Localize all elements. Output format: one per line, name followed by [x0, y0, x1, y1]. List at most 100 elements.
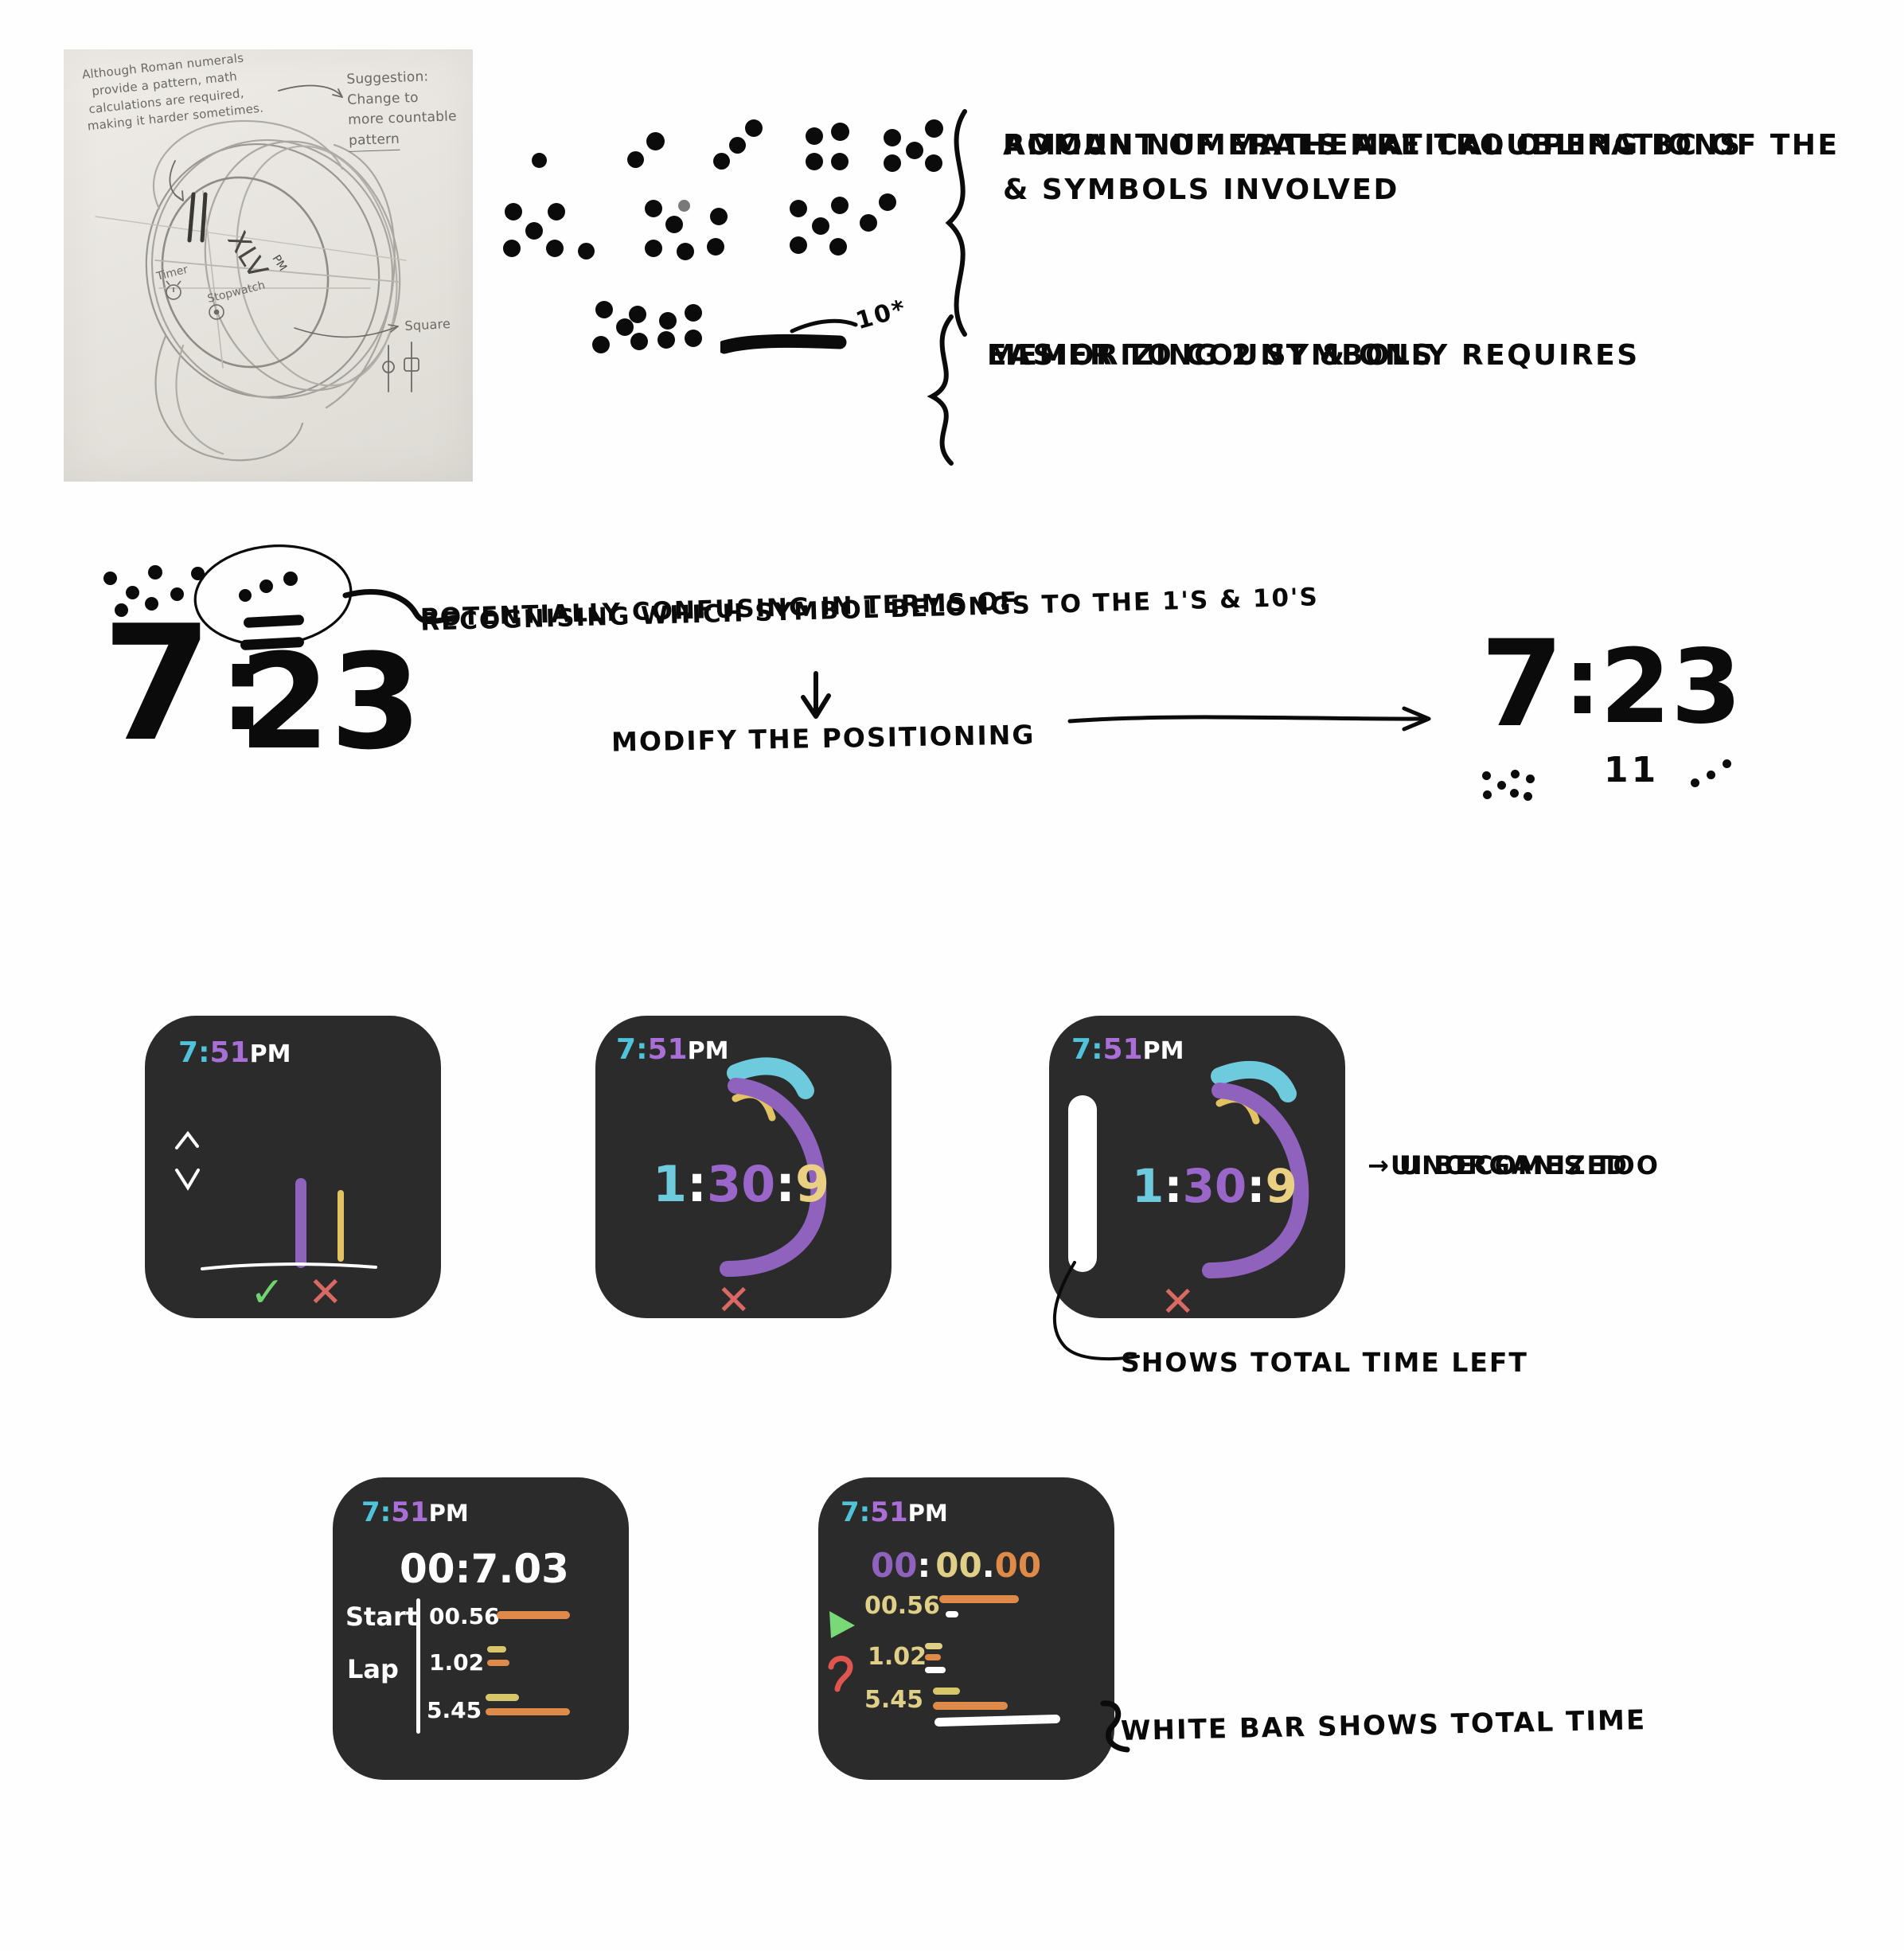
screen-stopwatch-icons[interactable]: 7:51PM 00: 00.00 00.56 1.02 5.45: [818, 1477, 1114, 1780]
row-bar: [939, 1595, 1019, 1603]
after-minutes: 23: [1600, 628, 1742, 747]
stepper-down-icon[interactable]: [172, 1164, 204, 1212]
complication-timer-label: Timer: [154, 263, 189, 284]
white-total-bar: [934, 1714, 1061, 1727]
braille-dot: [860, 214, 877, 232]
countdown-seconds: 9: [795, 1155, 830, 1213]
braille-dot: [592, 336, 610, 353]
after-hour: 7: [1481, 615, 1564, 754]
countdown-hours: 1: [653, 1155, 688, 1213]
screen-timer-running[interactable]: 7:51PM 1:30:9 ✕: [595, 1016, 892, 1318]
status-colon: :: [198, 1036, 210, 1069]
status-colon: :: [859, 1496, 871, 1528]
pencil-sketch-photo: XLV PM Timer Stopwatch Although Roman nu…: [64, 49, 473, 482]
stopwatch-main-value: 00:7.03: [400, 1546, 569, 1592]
braille-dot: [645, 240, 662, 257]
braille-dot: [884, 154, 901, 172]
baseline: [201, 1262, 377, 1270]
status-minute: 51: [391, 1496, 429, 1528]
braille-dot: [713, 153, 730, 170]
stopwatch-main-value: 00: 00.00: [871, 1546, 1041, 1585]
braille-dot: [831, 153, 849, 170]
braille-dot: [707, 238, 724, 256]
status-hour: 7: [178, 1036, 199, 1069]
long-arrow-icon: [1067, 706, 1431, 732]
status-hour: 7: [361, 1496, 380, 1528]
braille-dot: [1707, 771, 1715, 779]
braille-dot: [595, 301, 613, 318]
status-hour: 7: [841, 1496, 860, 1528]
braille-dot: [657, 331, 675, 349]
confirm-button[interactable]: ✓: [250, 1269, 285, 1317]
braille-dot: [831, 197, 849, 214]
braille-dot: [103, 572, 117, 585]
status-minute: 51: [209, 1036, 250, 1069]
braille-dot: [884, 129, 901, 146]
cancel-button[interactable]: ✕: [1161, 1278, 1196, 1318]
cancel-button[interactable]: ✕: [716, 1277, 751, 1318]
braille-dot: [812, 217, 829, 235]
brace-bottom: [927, 314, 954, 466]
row-value: 1.02: [429, 1649, 485, 1676]
braille-dot: [1691, 778, 1699, 787]
reset-icon[interactable]: [823, 1651, 860, 1694]
row-bar: [487, 1646, 506, 1652]
screen-stopwatch-labeled[interactable]: 7:51PM 00:7.03 Start 00.56 Lap 1.02 5.45: [333, 1477, 629, 1780]
main-part-2: 00: [935, 1546, 982, 1585]
status-meridiem: PM: [428, 1500, 469, 1527]
row-bar: [486, 1708, 570, 1715]
annotation-line: & SYMBOLS INVOLVED: [1003, 173, 1399, 206]
braille-dot: [1510, 789, 1519, 798]
braille-dot: [1723, 759, 1731, 768]
countdown-hours: 1: [1132, 1159, 1165, 1213]
braille-dot: [678, 200, 690, 212]
complication-stopwatch-label: Stopwatch: [206, 279, 267, 305]
pencil-note-suggestion: Suggestion: Change to more countable pat…: [346, 66, 458, 152]
row-bar: [486, 1694, 519, 1701]
status-meridiem: PM: [249, 1040, 291, 1068]
annotation-modify-positioning: MODIFY THE POSITIONING: [611, 719, 1036, 758]
status-time: 7:51PM: [178, 1036, 291, 1069]
status-time: 7:51PM: [841, 1496, 948, 1528]
before-minutes: 23: [239, 626, 422, 778]
braille-dot: [645, 200, 662, 217]
braille-dot: [729, 137, 746, 154]
braille-dot: [831, 123, 849, 141]
row-bar: [925, 1643, 942, 1649]
status-minute: 51: [870, 1496, 908, 1528]
row-bar: [487, 1660, 509, 1666]
braille-dot: [503, 240, 521, 257]
minute-bar[interactable]: [337, 1190, 344, 1262]
status-meridiem: PM: [907, 1500, 948, 1527]
brace-top: [945, 109, 967, 337]
cancel-button[interactable]: ✕: [308, 1269, 343, 1317]
row-value: 00.56: [429, 1603, 500, 1629]
braille-dot: [630, 333, 648, 350]
status-colon: :: [380, 1496, 392, 1528]
highlight-circle: [193, 544, 353, 646]
play-icon[interactable]: [823, 1606, 860, 1643]
braille-dot: [616, 318, 634, 336]
annotation-line: AMOUNT OF MATHEMATICAL OPERATIONS: [1003, 129, 1742, 162]
braille-dot: [525, 222, 543, 240]
braille-dot: [1526, 775, 1535, 783]
suggestion-line-3: more countable: [347, 108, 458, 128]
braille-dot: [148, 565, 162, 579]
annotation-white-bar: WHITE BAR SHOWS TOTAL TIME: [1120, 1704, 1647, 1747]
row-bar: [497, 1611, 570, 1619]
braille-dot: [1497, 781, 1506, 790]
braille-dot: [806, 127, 823, 145]
down-arrow-icon: [801, 671, 831, 719]
sketch-board: XLV PM Timer Stopwatch Although Roman nu…: [0, 0, 1904, 1951]
row-value: 00.56: [864, 1592, 940, 1620]
screen-timer-setup[interactable]: 7:51PM ✓ ✕: [145, 1016, 441, 1318]
countdown-display: 1:30:9: [1132, 1159, 1297, 1213]
braille-dot: [710, 208, 728, 225]
braille-dot: [677, 243, 694, 260]
braille-dot: [829, 238, 847, 256]
suggestion-line-4: pattern: [348, 129, 400, 152]
row-bar: [925, 1667, 946, 1673]
countdown-minutes: 30: [1182, 1159, 1247, 1213]
braille-dot: [1482, 771, 1491, 780]
countdown-seconds: 9: [1265, 1159, 1297, 1213]
